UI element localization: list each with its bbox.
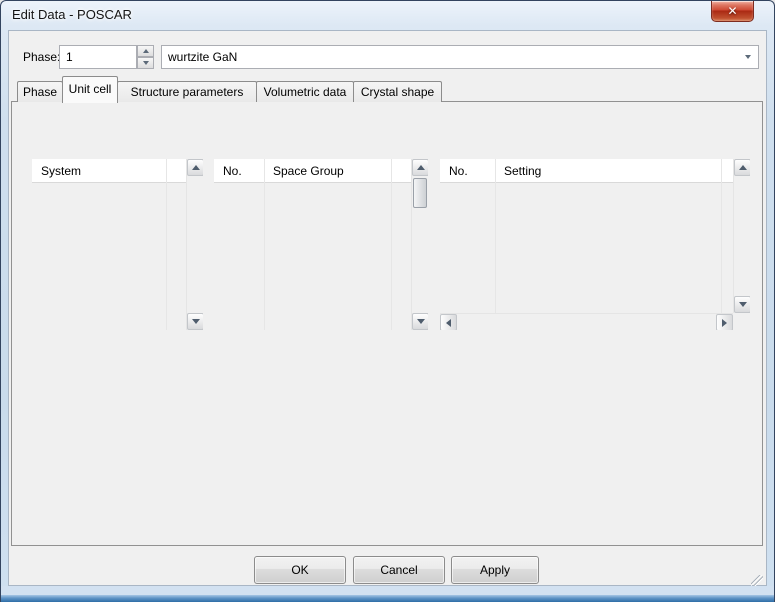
window-bottom-edge	[1, 595, 774, 602]
phase-label: Phase:	[23, 50, 61, 64]
phase-spin-down-button[interactable]	[137, 57, 154, 69]
scroll-left-button[interactable]	[440, 314, 457, 330]
phase-number-input[interactable]	[59, 45, 137, 69]
spin-down-icon	[142, 61, 149, 65]
system-vertical-scrollbar[interactable]	[186, 159, 203, 330]
tab-crystal-shape[interactable]: Crystal shape	[353, 81, 442, 102]
spin-up-icon	[142, 49, 149, 53]
edit-data-dialog: Edit Data - POSCAR ✕ Phase: wurtzite GaN…	[0, 0, 775, 602]
scroll-right-button[interactable]	[716, 314, 733, 330]
setting-vertical-scrollbar[interactable]	[733, 159, 750, 313]
tab-phase[interactable]: Phase	[17, 81, 63, 102]
phase-spin-up-button[interactable]	[137, 45, 154, 57]
scroll-right-icon	[722, 318, 727, 327]
phase-name-value: wurtzite GaN	[168, 50, 238, 64]
scroll-down-button[interactable]	[734, 296, 750, 313]
tab-strip: Phase Unit cell Structure parameters Vol…	[17, 76, 442, 103]
cancel-button[interactable]: Cancel	[353, 556, 445, 584]
client-area: Phase: wurtzite GaN Phase Unit cell Stru…	[8, 30, 767, 587]
space-group-list-header: No. Space Group	[214, 159, 411, 183]
apply-button[interactable]: Apply	[451, 556, 539, 584]
window-bottom-glass-border	[1, 586, 774, 595]
scroll-up-button[interactable]	[187, 159, 203, 176]
close-button[interactable]: ✕	[711, 1, 754, 22]
tab-structure-parameters[interactable]: Structure parameters	[117, 81, 257, 102]
combo-dropdown-icon	[745, 55, 751, 59]
phase-stepper	[137, 45, 154, 69]
scroll-up-icon	[416, 165, 425, 170]
phase-name-combobox[interactable]: wurtzite GaN	[161, 45, 759, 69]
close-icon: ✕	[727, 4, 738, 18]
scroll-down-icon	[191, 319, 200, 324]
scroll-thumb[interactable]	[413, 178, 427, 208]
setting-list-header: No. Setting	[440, 159, 733, 183]
scroll-down-button[interactable]	[412, 313, 428, 330]
system-list-header: System	[32, 159, 186, 183]
tab-unit-cell[interactable]: Unit cell	[62, 76, 118, 103]
scroll-left-icon	[446, 318, 451, 327]
scroll-down-button[interactable]	[187, 313, 203, 330]
space-group-vertical-scrollbar[interactable]	[411, 159, 428, 330]
ok-button[interactable]: OK	[254, 556, 346, 584]
setting-horizontal-scrollbar[interactable]	[440, 313, 733, 330]
scroll-down-icon	[416, 319, 425, 324]
title-bar[interactable]: Edit Data - POSCAR ✕	[0, 0, 775, 30]
window-title: Edit Data - POSCAR	[12, 7, 132, 22]
scroll-up-icon	[738, 165, 747, 170]
scroll-down-icon	[738, 302, 747, 307]
scroll-up-icon	[191, 165, 200, 170]
scroll-up-button[interactable]	[412, 159, 428, 176]
scroll-up-button[interactable]	[734, 159, 750, 176]
tab-volumetric-data[interactable]: Volumetric data	[256, 81, 354, 102]
